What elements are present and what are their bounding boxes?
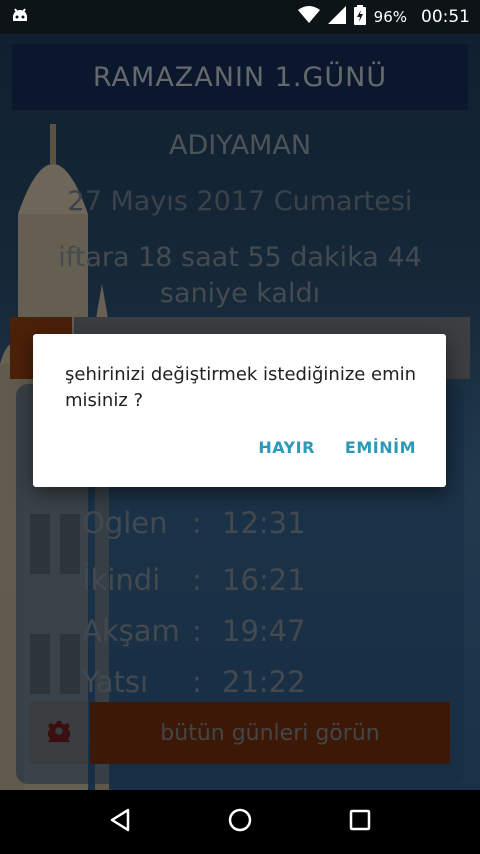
back-triangle-icon <box>109 808 131 836</box>
no-button[interactable]: HAYIR <box>258 438 315 457</box>
battery-percent: 96% <box>373 8 407 26</box>
status-bar: 96% 00:51 <box>0 0 480 34</box>
back-button[interactable] <box>100 802 140 842</box>
change-city-dialog: şehirinizi değiştirmek istediğinize emin… <box>33 334 446 487</box>
signal-icon <box>327 6 346 28</box>
recents-button[interactable] <box>340 802 380 842</box>
battery-charging-icon <box>353 5 366 29</box>
home-button[interactable] <box>220 802 260 842</box>
home-circle-icon <box>228 808 252 836</box>
dialog-message: şehirinizi değiştirmek istediğinize emin… <box>65 364 417 411</box>
navigation-bar <box>0 790 480 854</box>
dialog-actions: HAYIR EMİNİM <box>258 438 416 457</box>
clock: 00:51 <box>421 7 470 27</box>
recents-square-icon <box>349 809 371 835</box>
wifi-icon <box>297 6 320 28</box>
yes-button[interactable]: EMİNİM <box>345 438 416 457</box>
android-debug-icon <box>10 5 30 29</box>
